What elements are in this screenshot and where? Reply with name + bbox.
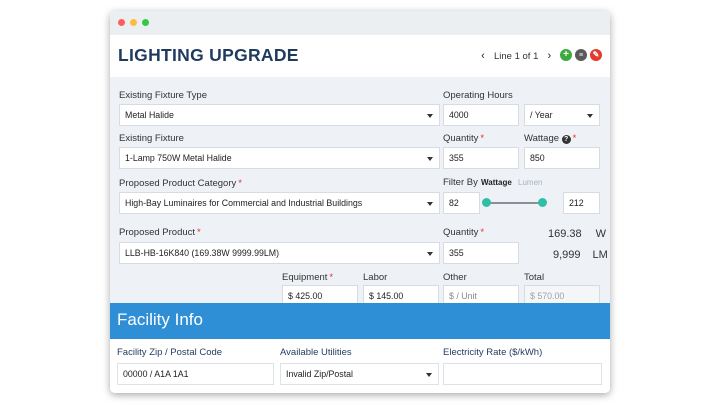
add-line-button[interactable]: + <box>560 49 572 61</box>
chevron-right-icon[interactable]: › <box>544 50 554 62</box>
proposed-product-value: LLB-HB-16K840 (169.38W 9999.99LM) <box>125 248 280 258</box>
other-label: Other <box>443 272 467 283</box>
facility-zip-value: 00000 / A1A 1A1 <box>123 369 189 379</box>
range-slider-track[interactable] <box>481 198 547 207</box>
wrench-icon: ✎ <box>592 50 600 59</box>
window-minimize-button[interactable] <box>130 19 137 26</box>
existing-fixture-value: 1-Lamp 750W Metal Halide <box>125 153 232 163</box>
total-label: Total <box>524 272 545 283</box>
filter-min-value: 82 <box>449 198 459 208</box>
proposed-category-value: High-Bay Luminaires for Commercial and I… <box>125 198 363 208</box>
filter-by-label: Filter By <box>443 177 478 188</box>
filter-max-input[interactable]: 212 <box>563 192 600 214</box>
window-titlebar <box>110 11 610 35</box>
total-cost-value: $ 570.00 <box>530 291 565 301</box>
required-marker: * <box>329 272 334 283</box>
facility-info-banner: Facility Info <box>110 303 610 339</box>
line-pager: ‹ Line 1 of 1 › <box>478 48 554 64</box>
plus-icon: + <box>563 49 569 60</box>
existing-quantity-label: Quantity * <box>443 133 485 144</box>
wattage-value: 850 <box>530 153 545 163</box>
window-maximize-button[interactable] <box>142 19 149 26</box>
existing-quantity-value: 355 <box>449 153 464 163</box>
filter-tab-lumen[interactable]: Lumen <box>518 178 542 187</box>
filter-min-input[interactable]: 82 <box>443 192 480 214</box>
lighting-form: Existing Fixture Type Metal Halide Opera… <box>110 77 610 307</box>
operating-hours-input[interactable]: 4000 <box>443 104 519 126</box>
operating-hours-label: Operating Hours <box>443 90 513 101</box>
facility-info-title: Facility Info <box>117 310 203 329</box>
existing-fixture-label: Existing Fixture <box>119 133 184 144</box>
proposed-product-select[interactable]: LLB-HB-16K840 (169.38W 9999.99LM) <box>119 242 440 264</box>
existing-fixture-type-value: Metal Halide <box>125 110 174 120</box>
list-icon: ≡ <box>578 51 584 59</box>
facility-info-section: Facility Zip / Postal Code 00000 / A1A 1… <box>110 339 610 393</box>
facility-zip-label: Facility Zip / Postal Code <box>117 347 223 358</box>
hours-period-select[interactable]: / Year <box>524 104 600 126</box>
output-lumens: 9,999 LM <box>553 249 608 261</box>
range-slider-min-handle[interactable] <box>481 198 491 207</box>
existing-fixture-type-label: Existing Fixture Type <box>119 90 208 101</box>
window-close-button[interactable] <box>118 19 125 26</box>
other-cost-placeholder: $ / Unit <box>449 291 477 301</box>
proposed-quantity-label: Quantity * <box>443 227 485 238</box>
proposed-category-label: Proposed Product Category * <box>119 178 242 189</box>
app-window: LIGHTING UPGRADE ‹ Line 1 of 1 › + ≡ ✎ E… <box>110 11 610 393</box>
equipment-label: Equipment * <box>282 272 334 283</box>
electricity-rate-label: Electricity Rate ($/kWh) <box>443 347 543 358</box>
available-utilities-label: Available Utilities <box>280 347 352 358</box>
page-title: LIGHTING UPGRADE <box>118 45 299 65</box>
required-marker: * <box>197 227 201 238</box>
required-marker: * <box>572 133 577 144</box>
operating-hours-value: 4000 <box>449 110 469 120</box>
help-icon[interactable]: ? <box>561 135 571 144</box>
labor-label: Labor <box>363 272 388 283</box>
proposed-quantity-value: 355 <box>449 248 464 258</box>
hours-period-value: / Year <box>530 110 553 120</box>
labor-cost-value: $ 145.00 <box>369 291 404 301</box>
wattage-input[interactable]: 850 <box>524 147 600 169</box>
electricity-rate-input[interactable] <box>443 363 602 385</box>
chevron-left-icon[interactable]: ‹ <box>478 50 488 62</box>
existing-fixture-type-select[interactable]: Metal Halide <box>119 104 440 126</box>
proposed-category-select[interactable]: High-Bay Luminaires for Commercial and I… <box>119 192 440 214</box>
equipment-cost-value: $ 425.00 <box>288 291 323 301</box>
filter-tab-wattage[interactable]: Wattage <box>481 178 512 187</box>
range-slider-max-handle[interactable] <box>537 198 547 207</box>
filter-max-value: 212 <box>569 198 584 208</box>
output-watts: 169.38 W <box>548 228 607 240</box>
existing-quantity-input[interactable]: 355 <box>443 147 519 169</box>
wattage-label: Wattage ? * <box>524 133 577 144</box>
available-utilities-select[interactable]: Invalid Zip/Postal <box>280 363 439 385</box>
required-marker: * <box>480 227 485 238</box>
proposed-quantity-input[interactable]: 355 <box>443 242 519 264</box>
proposed-product-label: Proposed Product * <box>119 227 201 238</box>
required-marker: * <box>238 178 242 189</box>
pager-text: Line 1 of 1 <box>494 50 539 62</box>
required-marker: * <box>480 133 485 144</box>
delete-line-button[interactable]: ✎ <box>590 49 602 61</box>
page-header: LIGHTING UPGRADE ‹ Line 1 of 1 › + ≡ ✎ <box>110 35 610 77</box>
list-button[interactable]: ≡ <box>575 49 587 61</box>
available-utilities-value: Invalid Zip/Postal <box>286 369 353 379</box>
existing-fixture-select[interactable]: 1-Lamp 750W Metal Halide <box>119 147 440 169</box>
facility-zip-input[interactable]: 00000 / A1A 1A1 <box>117 363 274 385</box>
